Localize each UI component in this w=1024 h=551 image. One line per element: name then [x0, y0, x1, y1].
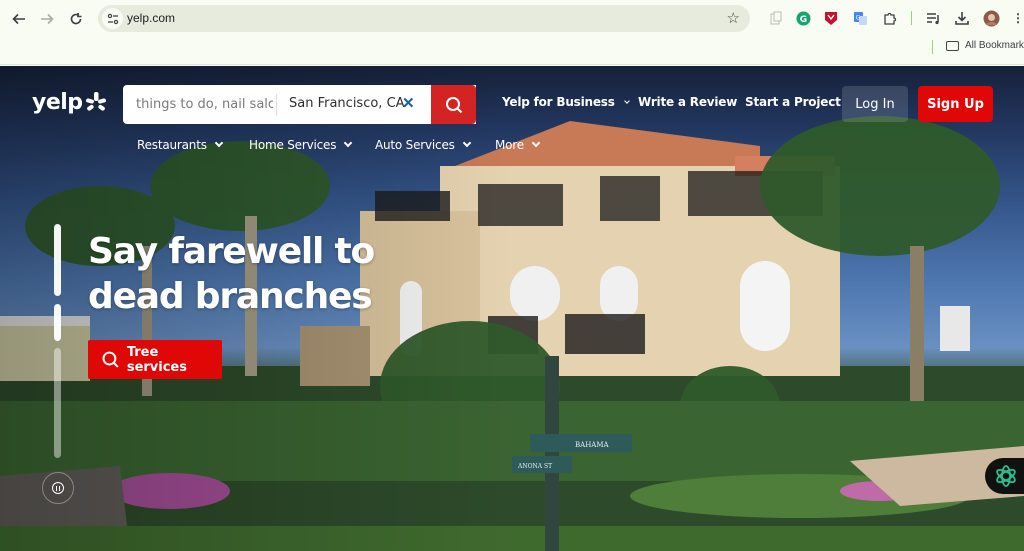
- grammarly-icon[interactable]: G: [793, 8, 813, 28]
- more-menu-icon[interactable]: ⋮: [1008, 8, 1024, 28]
- category-home-services[interactable]: Home Services: [249, 138, 353, 152]
- bookmarks-divider: [932, 40, 933, 54]
- toolbar-divider: [911, 11, 912, 25]
- sign-up-button[interactable]: Sign Up: [918, 86, 993, 122]
- tune-icon: [107, 13, 118, 24]
- svg-text:G: G: [855, 14, 860, 21]
- reload-button[interactable]: [65, 8, 87, 30]
- all-bookmarks-link[interactable]: All Bookmarks: [965, 40, 1024, 51]
- search-button[interactable]: [431, 85, 476, 124]
- assistant-knot-icon: [996, 465, 1016, 487]
- chevron-down-icon: [623, 98, 630, 104]
- chevron-down-icon: [531, 138, 541, 148]
- bookmark-star-icon[interactable]: ☆: [727, 9, 740, 27]
- yelp-for-business-label: Yelp for Business: [502, 95, 615, 109]
- yelp-for-business-link[interactable]: Yelp for Business: [502, 95, 630, 109]
- address-bar[interactable]: yelp.com ☆: [98, 5, 750, 32]
- extensions-puzzle-icon[interactable]: [879, 8, 899, 28]
- url-text[interactable]: yelp.com: [127, 11, 175, 25]
- yelp-burst-icon: [85, 91, 106, 111]
- ai-assistant-button[interactable]: [985, 458, 1024, 494]
- tree-services-button[interactable]: Tree services: [88, 340, 222, 379]
- search-location-input[interactable]: San Francisco, CA: [289, 96, 405, 111]
- hero-headline: Say farewell to dead branches: [88, 229, 375, 319]
- reload-icon: [70, 13, 82, 25]
- clipboard-icon[interactable]: [766, 8, 786, 28]
- headline-line-1: Say farewell to: [88, 231, 375, 272]
- slide-indicator-active[interactable]: [54, 224, 61, 296]
- category-auto-services[interactable]: Auto Services: [375, 138, 471, 152]
- category-restaurants[interactable]: Restaurants: [137, 138, 223, 152]
- category-more[interactable]: More: [495, 138, 541, 152]
- forward-button[interactable]: [36, 8, 58, 30]
- back-button[interactable]: [8, 8, 30, 30]
- chevron-down-icon: [462, 138, 471, 148]
- search-what-input[interactable]: [123, 85, 273, 124]
- slide-indicator-next[interactable]: [54, 348, 61, 458]
- write-review-link[interactable]: Write a Review: [638, 95, 737, 109]
- yelp-wordmark: yelp: [32, 90, 83, 115]
- pause-slideshow-button[interactable]: [42, 472, 74, 504]
- download-icon[interactable]: [952, 8, 972, 28]
- search-bar: San Francisco, CA ✕: [123, 85, 476, 124]
- folder-icon: [946, 41, 959, 51]
- chevron-down-icon: [214, 138, 223, 148]
- arrow-right-icon: [41, 13, 54, 25]
- headline-line-2: dead branches: [88, 276, 373, 317]
- site-info-button[interactable]: [102, 8, 123, 29]
- slide-indicator-progress[interactable]: [54, 304, 61, 341]
- search-divider: [276, 94, 277, 116]
- search-icon: [102, 351, 119, 368]
- arrow-left-icon: [12, 13, 25, 25]
- reading-list-icon[interactable]: [923, 8, 943, 28]
- hero-banner: BAHAMA ANONA ST yelp San Francisco, CA ✕…: [0, 66, 1024, 551]
- street-sign-anona: ANONA ST: [517, 463, 552, 470]
- translate-icon[interactable]: G: [850, 8, 870, 28]
- pause-icon: [52, 482, 64, 494]
- street-sign-bahama: BAHAMA: [575, 441, 610, 449]
- chevron-down-icon: [344, 138, 353, 148]
- category-label: Restaurants: [137, 138, 207, 152]
- category-label: Auto Services: [375, 138, 455, 152]
- yelp-logo[interactable]: yelp: [32, 90, 106, 115]
- svg-text:G: G: [799, 15, 806, 25]
- start-project-link[interactable]: Start a Project: [745, 95, 841, 109]
- clear-location-icon[interactable]: ✕: [402, 94, 415, 112]
- category-label: Home Services: [249, 138, 337, 152]
- search-icon: [445, 96, 462, 113]
- shield-extension-icon[interactable]: [821, 8, 841, 28]
- category-label: More: [495, 138, 524, 152]
- profile-avatar[interactable]: [981, 8, 1001, 28]
- tree-services-label: Tree services: [126, 344, 187, 375]
- log-in-button[interactable]: Log In: [842, 86, 908, 122]
- browser-chrome: yelp.com ☆ G G ⋮ All Bookmarks: [0, 0, 1024, 65]
